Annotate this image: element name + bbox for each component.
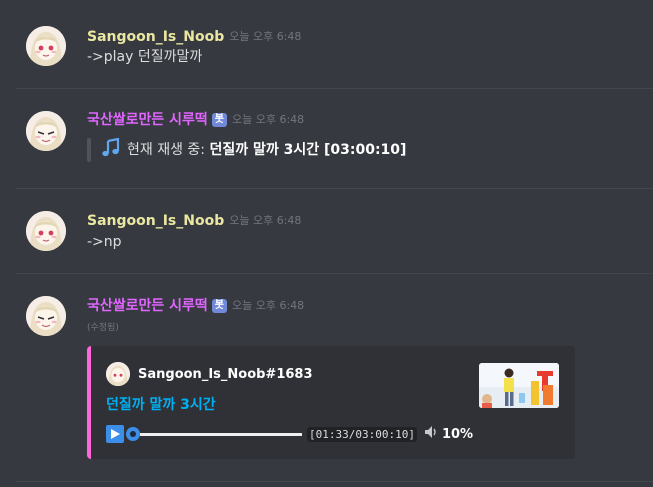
timestamp: 오늘 오후 6:48 — [229, 30, 302, 43]
message-content: ->play 던질까말까 — [87, 49, 203, 65]
now-playing-title: 던질까 말까 3시간 [03:00:10] — [209, 142, 407, 158]
message-divider — [16, 88, 653, 89]
message-content: ->np — [87, 234, 122, 250]
embed-title-link[interactable]: 던질까 말까 3시간 — [106, 395, 216, 415]
avatar[interactable] — [26, 26, 66, 66]
edited-label: (수정됨) — [87, 323, 119, 333]
embed-author: Sangoon_Is_Noob#1683 — [106, 362, 313, 386]
message-divider — [16, 273, 653, 274]
time-code: [01:33/03:00:10] — [307, 426, 417, 442]
progress-indicator — [126, 427, 140, 441]
message-header: Sangoon_Is_Noob 오늘 오후 6:48 — [87, 27, 301, 47]
play-icon — [106, 425, 124, 443]
avatar[interactable] — [26, 296, 66, 336]
bot-tag: 봇 — [211, 299, 227, 313]
embed-author-avatar — [106, 362, 130, 386]
message-header: 국산쌀로만든 시루떡 봇 오늘 오후 6:48 — [87, 296, 304, 316]
username[interactable]: Sangoon_Is_Noob — [87, 211, 224, 231]
speaker-icon — [423, 424, 439, 444]
message-divider — [16, 188, 653, 189]
video-thumbnail[interactable] — [479, 363, 559, 408]
now-playing-quote: 현재 재생 중: 던질까 말까 3시간 [03:00:10] — [87, 137, 406, 162]
timestamp: 오늘 오후 6:48 — [232, 113, 305, 126]
message-divider — [16, 481, 653, 482]
bot-tag: 봇 — [211, 113, 227, 127]
volume-level: 10% — [441, 426, 474, 442]
musical-note-icon — [101, 137, 121, 162]
timestamp: 오늘 오후 6:48 — [232, 299, 305, 312]
username[interactable]: 국산쌀로만든 시루떡 — [87, 110, 208, 130]
quote-bar — [87, 138, 91, 162]
now-playing-embed: Sangoon_Is_Noob#1683 던질까 말까 3시간 [01:33/0… — [87, 346, 575, 459]
avatar[interactable] — [26, 211, 66, 251]
username[interactable]: 국산쌀로만든 시루떡 — [87, 296, 208, 316]
embed-author-name: Sangoon_Is_Noob#1683 — [138, 366, 313, 382]
message-header: 국산쌀로만든 시루떡 봇 오늘 오후 6:48 — [87, 110, 304, 130]
avatar[interactable] — [26, 111, 66, 151]
username[interactable]: Sangoon_Is_Noob — [87, 27, 224, 47]
message-header: Sangoon_Is_Noob 오늘 오후 6:48 — [87, 211, 301, 231]
player-controls: [01:33/03:00:10] 10% — [106, 424, 473, 444]
embed-accent-bar — [87, 346, 91, 459]
now-playing-prefix: 현재 재생 중: — [127, 142, 210, 158]
now-playing-text: 현재 재생 중: 던질까 말까 3시간 [03:00:10] — [127, 140, 406, 160]
progress-track — [140, 432, 302, 436]
timestamp: 오늘 오후 6:48 — [229, 214, 302, 227]
